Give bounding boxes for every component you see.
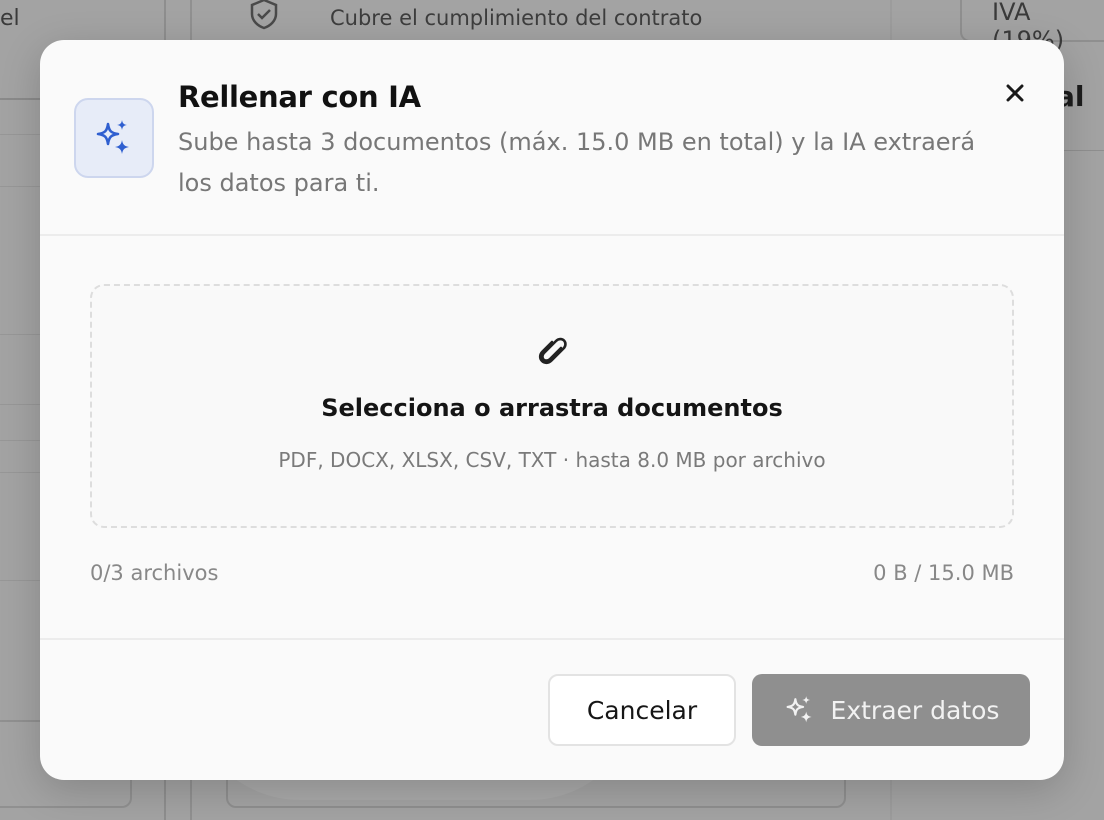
dialog-footer-divider [40,638,1064,640]
extract-data-button[interactable]: Extraer datos [752,674,1030,746]
extract-button-label: Extraer datos [830,695,1000,725]
dropzone-formats: PDF, DOCX, XLSX, CSV, TXT · hasta 8.0 MB… [278,448,826,472]
dialog-header: Rellenar con IA Sube hasta 3 documentos … [40,40,1064,236]
files-count: 0/3 archivos [90,561,219,585]
cancel-button[interactable]: Cancelar [548,674,736,746]
sparkles-icon [786,696,812,723]
size-total: 0 B / 15.0 MB [873,561,1014,585]
shield-icon [250,0,278,30]
dropzone-title: Selecciona o arrastra documentos [321,394,783,422]
fill-with-ai-dialog: Rellenar con IA Sube hasta 3 documentos … [40,40,1064,780]
file-dropzone[interactable]: Selecciona o arrastra documentos PDF, DO… [90,284,1014,528]
sparkles-icon [96,120,129,154]
dialog-title: Rellenar con IA [178,80,421,114]
dialog-subtitle: Sube hasta 3 documentos (máx. 15.0 MB en… [178,128,976,197]
background-left-tab-text: el [0,6,20,31]
ai-badge [74,98,154,178]
paperclip-icon [538,337,567,365]
close-button[interactable] [998,76,1032,110]
close-icon [1006,84,1024,102]
background-contract-text: Cubre el cumplimiento del contrato [330,6,703,30]
